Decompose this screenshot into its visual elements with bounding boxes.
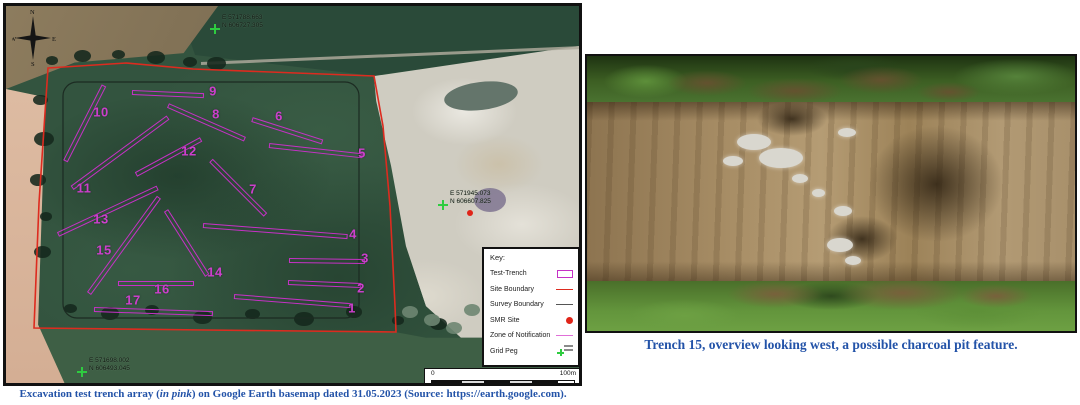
stone xyxy=(834,206,852,216)
stone xyxy=(838,128,856,137)
stone xyxy=(737,134,771,150)
zone-symbol xyxy=(556,335,573,336)
smr-site-symbol xyxy=(566,317,573,324)
grid-peg-symbol xyxy=(557,345,573,357)
legend-item-label: Survey Boundary xyxy=(490,301,544,308)
dark-soil-patch xyxy=(757,102,827,136)
legend-item: Grid Peg xyxy=(490,344,573,360)
map-caption-italic: in pink xyxy=(160,388,192,400)
trench-label: 16 xyxy=(154,282,169,297)
legend-item-label: Zone of Notification xyxy=(490,332,550,339)
scale-segment xyxy=(432,381,462,383)
trench-label: 11 xyxy=(77,181,92,196)
legend-item: Survey Boundary xyxy=(490,297,573,313)
stone xyxy=(759,148,803,168)
grid-peg-coordinates: E 571945.073N 606607.825 xyxy=(450,190,491,205)
trench-label: 1 xyxy=(348,301,356,316)
soil-heap xyxy=(839,66,923,94)
stone xyxy=(845,256,861,265)
soil-spill xyxy=(727,280,823,308)
satellite-map: 1234567891011121314151617 E 571788.663N … xyxy=(6,6,579,383)
legend-box: Key: Test-Trench Site Boundary Survey Boun… xyxy=(482,247,579,367)
scale-segment xyxy=(532,381,558,383)
compass-east-label: E xyxy=(52,36,56,43)
legend-item-label: Test-Trench xyxy=(490,270,527,277)
photo-caption: Trench 15, overview looking west, a poss… xyxy=(585,337,1077,353)
compass-south-label: S xyxy=(31,61,35,66)
legend-item: SMR Site xyxy=(490,313,573,329)
soil-heap xyxy=(747,78,843,104)
trench-label: 7 xyxy=(249,182,257,197)
trench-label: 5 xyxy=(358,146,366,161)
trench-label: 10 xyxy=(93,105,108,120)
scale-zero-label: 0 xyxy=(431,370,435,377)
grid-peg-cross-icon xyxy=(77,367,87,377)
legend-item: Site Boundary xyxy=(490,282,573,298)
scale-segment xyxy=(484,381,510,383)
test-trench-symbol xyxy=(557,270,573,278)
trench-label: 9 xyxy=(209,84,217,99)
map-caption-text: ) on Google Earth basemap dated 31.05.20… xyxy=(192,388,567,400)
stone xyxy=(723,156,743,166)
trench-label: 6 xyxy=(275,109,283,124)
grid-peg-cross-icon xyxy=(438,200,448,210)
legend-item-label: Site Boundary xyxy=(490,286,534,293)
legend-item: Zone of Notification xyxy=(490,328,573,344)
legend-item: Test-Trench xyxy=(490,266,573,282)
map-figure: 1234567891011121314151617 E 571788.663N … xyxy=(3,3,582,386)
map-caption: Excavation test trench array (in pink) o… xyxy=(0,388,586,400)
compass-north-label: N xyxy=(30,9,35,16)
soil-spill xyxy=(959,284,1033,308)
stone xyxy=(827,238,853,252)
compass-west-label: W xyxy=(12,36,17,43)
soil-heap xyxy=(667,70,747,96)
scale-segment xyxy=(462,381,484,383)
site-boundary-symbol xyxy=(556,289,573,290)
trench-label: 12 xyxy=(181,144,196,159)
legend-item-label: Grid Peg xyxy=(490,348,518,355)
trench-label: 15 xyxy=(96,243,111,258)
trench-line xyxy=(289,258,365,264)
trench-photo xyxy=(585,54,1077,333)
compass-rose: N S E W xyxy=(12,8,56,66)
grid-peg-cross-icon xyxy=(210,24,220,34)
stone xyxy=(792,174,808,183)
trench-label: 14 xyxy=(207,265,222,280)
report-figure: 1234567891011121314151617 E 571788.663N … xyxy=(0,0,1080,405)
grid-peg-coordinates: E 571698.002N 606493.045 xyxy=(89,357,130,372)
trench-label: 17 xyxy=(125,293,140,308)
trench-label: 8 xyxy=(212,107,220,122)
legend-item-label: SMR Site xyxy=(490,317,520,324)
scale-segment xyxy=(510,381,532,383)
trench-label: 4 xyxy=(349,227,357,242)
soil-spill xyxy=(839,276,965,310)
scale-bar: 0 100m xyxy=(424,368,579,383)
trench-label: 3 xyxy=(361,251,369,266)
scale-track xyxy=(431,380,575,383)
map-caption-text: Excavation test trench array ( xyxy=(19,388,159,400)
grid-peg-coordinates: E 571788.663N 606727.305 xyxy=(222,14,263,29)
stone xyxy=(812,189,825,197)
legend-title: Key: xyxy=(490,253,573,262)
smr-site-dot xyxy=(467,210,473,216)
trench-label: 13 xyxy=(93,212,108,227)
trench-label: 2 xyxy=(357,281,365,296)
soil-heap xyxy=(917,82,981,102)
scale-max-label: 100m xyxy=(560,370,576,377)
survey-boundary-symbol xyxy=(556,304,573,305)
